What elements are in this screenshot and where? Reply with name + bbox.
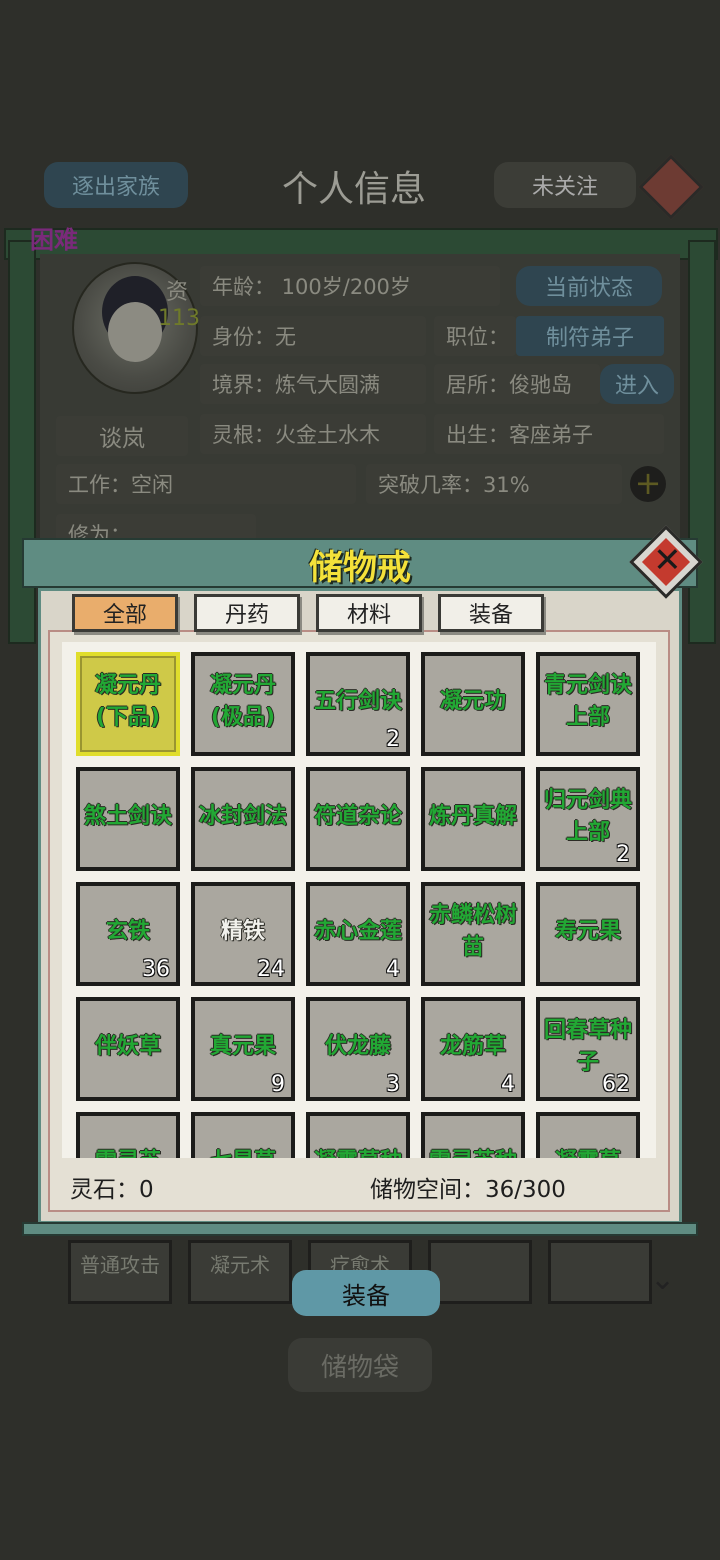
item-name: 符道杂论 <box>313 804 402 829</box>
item-slot[interactable]: 伏龙藤 3 <box>306 997 410 1101</box>
storage-bag-button[interactable]: 储物袋 <box>288 1338 432 1392</box>
item-count: 2 <box>616 842 630 867</box>
item-slot[interactable]: 符道杂论 <box>306 767 410 871</box>
current-state-button[interactable]: 当前状态 <box>516 266 662 306</box>
item-slot[interactable]: 精铁 24 <box>191 882 295 986</box>
follow-button[interactable]: 未关注 <box>494 162 636 208</box>
item-name: 寿元果 <box>554 919 621 944</box>
item-grid[interactable]: 凝元丹 (下品) 凝元丹 (极品) 五行剑诀 2 凝元功 青元剑诀 上部煞土剑诀 冰封剑法 符… <box>62 642 656 1158</box>
tab-all[interactable]: 全部 <box>72 594 178 632</box>
tab-materials[interactable]: 材料 <box>316 594 422 632</box>
item-slot[interactable]: 回春草种 子 62 <box>536 997 640 1101</box>
item-slot[interactable]: 五行剑诀 2 <box>306 652 410 756</box>
equip-button[interactable]: 装备 <box>292 1270 440 1316</box>
skill-slot[interactable] <box>428 1240 532 1304</box>
item-slot[interactable]: 凝元功 <box>421 652 525 756</box>
tab-pills[interactable]: 丹药 <box>194 594 300 632</box>
item-name: 煞土剑诀 <box>83 804 172 829</box>
item-slot[interactable]: 七星草 <box>191 1112 295 1158</box>
item-slot[interactable]: 青元剑诀 上部 <box>536 652 640 756</box>
spirit-root-field: 灵根：火金土水木 <box>200 414 426 454</box>
item-name: 凝露草种 <box>310 1116 406 1158</box>
skill-slot[interactable] <box>548 1240 652 1304</box>
item-count: 3 <box>386 1072 400 1097</box>
item-slot[interactable]: 凝元丹 (极品) <box>191 652 295 756</box>
item-name: 凝元丹 (下品) <box>94 673 161 730</box>
skill-slot[interactable]: 普通攻击 <box>68 1240 172 1304</box>
origin-field: 出生：客座弟子 <box>434 414 664 454</box>
work-field: 工作：空闲 <box>56 464 356 504</box>
item-slot[interactable]: 凝露草 <box>536 1112 640 1158</box>
item-slot[interactable]: 雪灵芝 <box>76 1112 180 1158</box>
spirit-stone-count: 灵石：0 <box>70 1177 154 1203</box>
residence-field: 居所：俊驰岛 <box>434 364 600 404</box>
item-slot[interactable]: 煞土剑诀 <box>76 767 180 871</box>
item-slot[interactable]: 凝露草种 <box>306 1112 410 1158</box>
aptitude-value: 113 <box>158 306 200 331</box>
item-slot[interactable]: 寿元果 <box>536 882 640 986</box>
item-slot[interactable]: 真元果 9 <box>191 997 295 1101</box>
storage-space: 储物空间：36/300 <box>370 1177 566 1203</box>
item-count: 4 <box>501 1072 515 1097</box>
page-title: 个人信息 <box>282 169 427 210</box>
realm-field: 境界：炼气大圆满 <box>200 364 426 404</box>
modal-title: 储物戒 <box>309 547 411 588</box>
item-count: 4 <box>386 957 400 982</box>
skill-slot[interactable]: 凝元术 <box>188 1240 292 1304</box>
item-slot[interactable]: 归元剑典 上部 2 <box>536 767 640 871</box>
item-name: 赤鳞松树 苗 <box>428 903 517 960</box>
modal-bottom-bar <box>22 1222 698 1236</box>
aptitude-label: 资 <box>166 280 189 305</box>
item-count: 24 <box>257 957 285 982</box>
chevron-down-icon[interactable]: ⌄ <box>650 1262 675 1297</box>
close-x-icon: ✕ <box>653 540 682 581</box>
item-slot[interactable]: 凝元丹 (下品) <box>76 652 180 756</box>
item-slot[interactable]: 炼丹真解 <box>421 767 525 871</box>
item-count: 2 <box>386 727 400 752</box>
item-name: 冰封剑法 <box>198 804 287 829</box>
item-slot[interactable]: 玄铁 36 <box>76 882 180 986</box>
position-dropdown[interactable]: 制符弟子 <box>516 316 664 356</box>
item-name: 雪灵芝 <box>80 1116 176 1158</box>
item-name: 炼丹真解 <box>428 804 517 829</box>
age-field: 年龄： 100岁/200岁 <box>200 266 500 306</box>
item-slot[interactable]: 冰封剑法 <box>191 767 295 871</box>
item-slot[interactable]: 赤心金莲 4 <box>306 882 410 986</box>
storage-footer: 灵石：0 储物空间：36/300 <box>62 1160 656 1210</box>
item-count: 36 <box>142 957 170 982</box>
breakthrough-plus-icon[interactable]: + <box>630 466 666 502</box>
item-slot[interactable]: 龙筋草 4 <box>421 997 525 1101</box>
item-name: 凝元功 <box>439 689 506 714</box>
item-count: 9 <box>271 1072 285 1097</box>
difficulty-badge: 困难 <box>30 226 78 254</box>
item-name: 雪灵芝种 <box>425 1116 521 1158</box>
item-name: 伴妖草 <box>94 1034 161 1059</box>
item-name: 凝露草 <box>540 1116 636 1158</box>
position-label: 职位： <box>434 316 516 356</box>
item-name: 青元剑诀 上部 <box>543 673 632 730</box>
tab-equipment[interactable]: 装备 <box>438 594 544 632</box>
breakthrough-field: 突破几率：31% <box>366 464 622 504</box>
item-name: 凝元丹 (极品) <box>209 673 276 730</box>
item-slot[interactable]: 雪灵芝种 <box>421 1112 525 1158</box>
character-name: 谈岚 <box>56 416 188 456</box>
item-name: 七星草 <box>195 1116 291 1158</box>
page-close-icon[interactable] <box>638 154 704 220</box>
enter-button[interactable]: 进入 <box>600 364 674 404</box>
item-count: 62 <box>602 1072 630 1097</box>
leave-family-button[interactable]: 逐出家族 <box>44 162 188 208</box>
item-slot[interactable]: 赤鳞松树 苗 <box>421 882 525 986</box>
identity-field: 身份：无 <box>200 316 426 356</box>
item-slot[interactable]: 伴妖草 <box>76 997 180 1101</box>
